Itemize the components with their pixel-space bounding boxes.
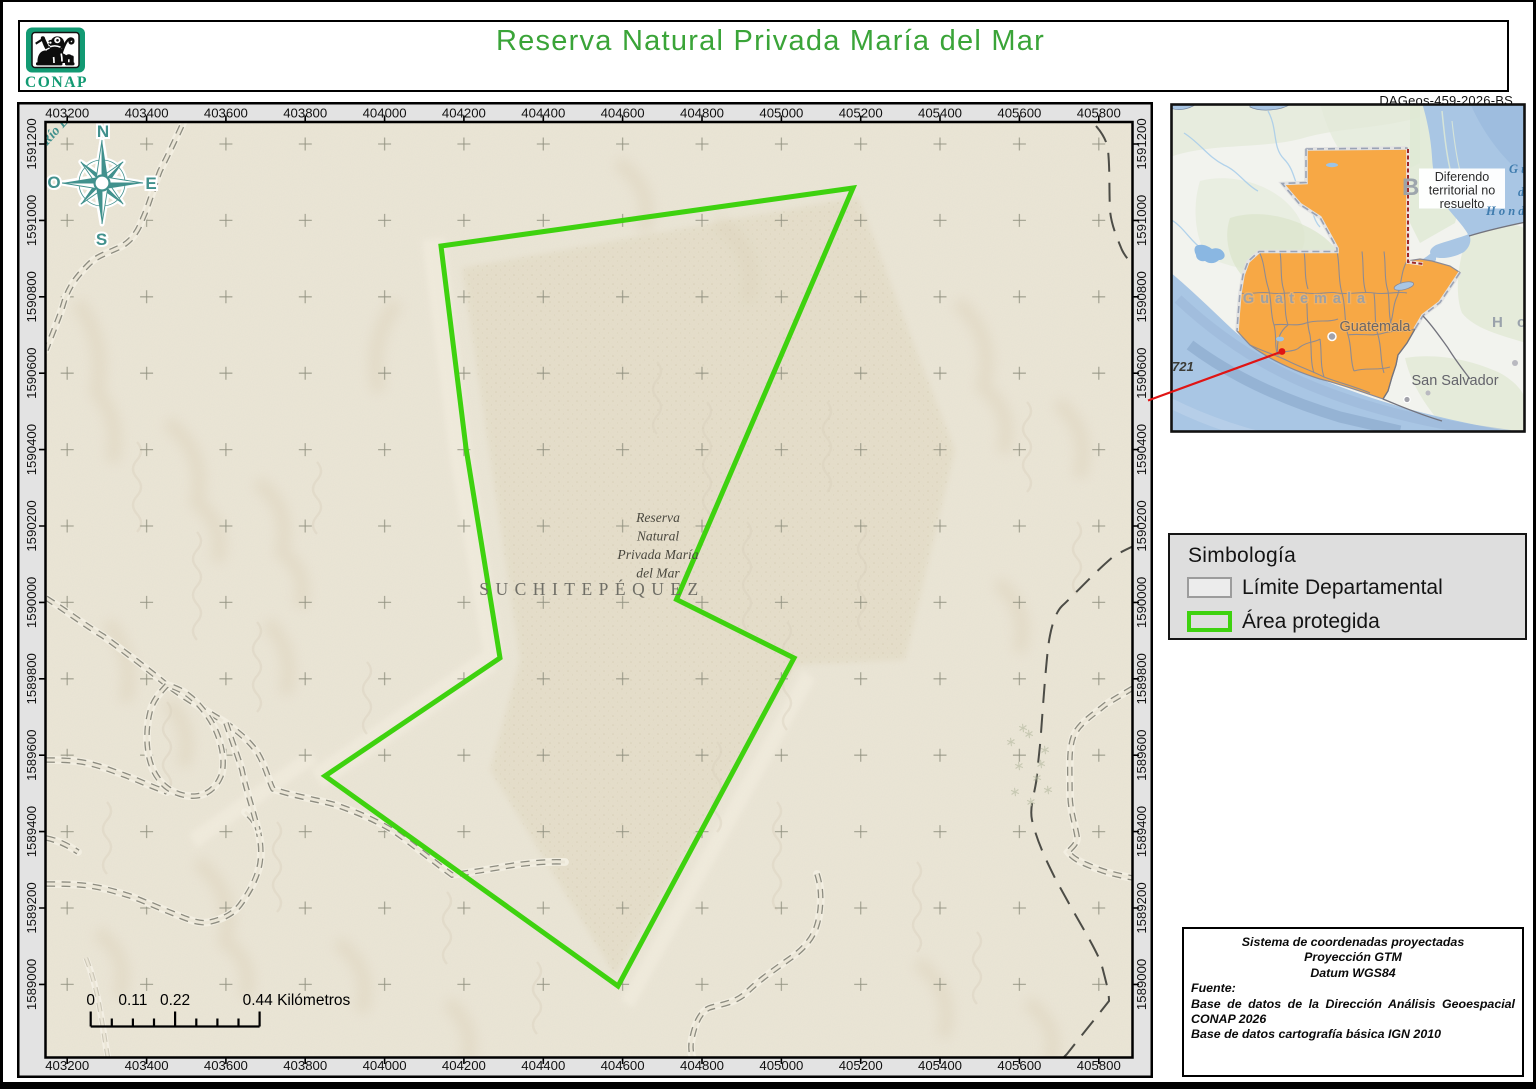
svg-text:1589800: 1589800 bbox=[24, 653, 39, 704]
svg-text:1590200: 1590200 bbox=[24, 500, 39, 551]
svg-text:0.11: 0.11 bbox=[118, 992, 147, 1009]
svg-text:0: 0 bbox=[86, 992, 95, 1009]
svg-text:1589200: 1589200 bbox=[24, 882, 39, 933]
svg-text:Natural: Natural bbox=[636, 529, 680, 544]
svg-text:O: O bbox=[47, 173, 60, 192]
svg-text:1590000: 1590000 bbox=[24, 577, 39, 628]
svg-text:Privada María: Privada María bbox=[616, 547, 698, 562]
svg-text:B: B bbox=[1402, 174, 1419, 201]
svg-text:1590800: 1590800 bbox=[24, 271, 39, 322]
svg-text:0.44 Kilómetros: 0.44 Kilómetros bbox=[243, 992, 351, 1009]
svg-text:1589400: 1589400 bbox=[24, 806, 39, 857]
svg-text:S: S bbox=[96, 230, 107, 249]
svg-text:1590400: 1590400 bbox=[24, 424, 39, 475]
svg-text:SUCHITEPÉQUEZ: SUCHITEPÉQUEZ bbox=[479, 579, 704, 599]
svg-text:territorial no: territorial no bbox=[1429, 184, 1496, 198]
svg-text:Reserva: Reserva bbox=[635, 510, 680, 525]
svg-text:Guatemala: Guatemala bbox=[1243, 291, 1371, 307]
svg-text:0.22: 0.22 bbox=[160, 992, 190, 1009]
svg-text:1589000: 1589000 bbox=[24, 959, 39, 1010]
svg-text:Guatemala: Guatemala bbox=[1340, 319, 1412, 335]
svg-text:H o: H o bbox=[1492, 314, 1526, 331]
svg-text:resuelto: resuelto bbox=[1440, 197, 1485, 211]
svg-text:E: E bbox=[145, 174, 156, 193]
svg-text:1589600: 1589600 bbox=[24, 730, 39, 781]
svg-text:1591000: 1591000 bbox=[24, 195, 39, 246]
svg-text:1590600: 1590600 bbox=[24, 348, 39, 399]
svg-text:H o n d: H o n d bbox=[1485, 204, 1525, 218]
svg-text:1591200: 1591200 bbox=[24, 118, 39, 169]
svg-text:Diferendo: Diferendo bbox=[1435, 170, 1490, 184]
svg-text:San Salvador: San Salvador bbox=[1411, 373, 1498, 389]
svg-text:N: N bbox=[97, 122, 109, 141]
